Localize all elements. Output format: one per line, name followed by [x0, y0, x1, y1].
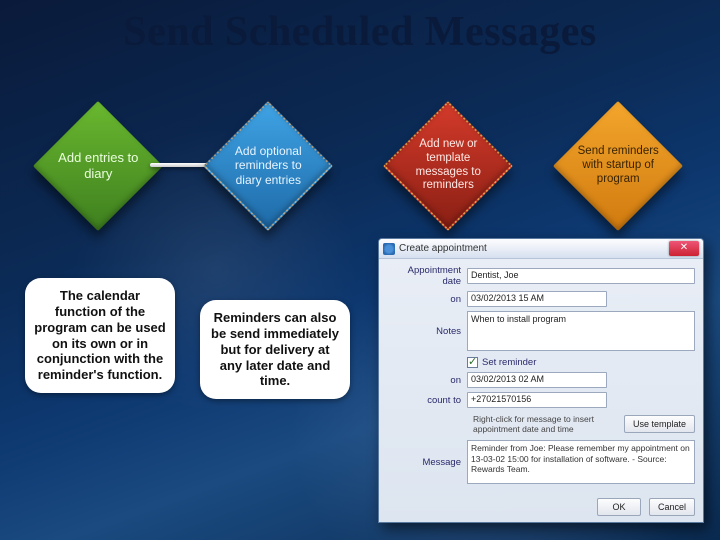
set-reminder-checkbox[interactable]: [467, 357, 478, 368]
diamond-send-on-startup: Send reminders with startup of program: [553, 101, 683, 231]
dialog-title: Create appointment: [399, 243, 487, 254]
label-on: on: [387, 294, 467, 305]
label-message: Message: [387, 457, 467, 468]
cancel-button[interactable]: Cancel: [649, 498, 695, 516]
appt-date-field[interactable]: Dentist, Joe: [467, 268, 695, 284]
ok-button[interactable]: OK: [597, 498, 641, 516]
dialog-titlebar: Create appointment ✕: [379, 239, 703, 259]
on-datetime-field[interactable]: 03/02/2013 15 AM: [467, 291, 607, 307]
label-on2: on: [387, 375, 467, 386]
label-appt-date: Appointment date: [387, 265, 467, 287]
dialog-body: Appointment date Dentist, Joe on 03/02/2…: [379, 259, 703, 494]
app-icon: [383, 243, 395, 255]
diamond-add-reminders: Add optional reminders to diary entries: [203, 101, 333, 231]
reminder-datetime-field[interactable]: 03/02/2013 02 AM: [467, 372, 607, 388]
label-notes: Notes: [387, 326, 467, 337]
label-set-reminder: Set reminder: [482, 357, 536, 368]
diamond-label: Add new or template messages to reminder…: [404, 136, 492, 195]
diamond-label: Add entries to diary: [52, 148, 144, 183]
count-to-field[interactable]: +27021570156: [467, 392, 607, 408]
diamond-add-entries: Add entries to diary: [33, 101, 163, 231]
close-button[interactable]: ✕: [669, 241, 699, 256]
label-count-to: count to: [387, 395, 467, 406]
message-field[interactable]: Reminder from Joe: Please remember my ap…: [467, 440, 695, 484]
diamond-add-messages: Add new or template messages to reminder…: [383, 101, 513, 231]
right-click-hint: Right-click for message to insert appoin…: [387, 412, 624, 436]
notes-field[interactable]: When to install program: [467, 311, 695, 351]
infobox-calendar: The calendar function of the program can…: [25, 278, 175, 393]
use-template-button[interactable]: Use template: [624, 415, 695, 433]
create-appointment-dialog: Create appointment ✕ Appointment date De…: [378, 238, 704, 523]
dialog-footer: OK Cancel: [597, 498, 695, 516]
page-title: Send Scheduled Messages: [0, 8, 720, 56]
diamond-label: Add optional reminders to diary entries: [224, 142, 312, 189]
infobox-reminders: Reminders can also be send immediately b…: [200, 300, 350, 399]
diamond-label: Send reminders with startup of program: [572, 143, 664, 188]
